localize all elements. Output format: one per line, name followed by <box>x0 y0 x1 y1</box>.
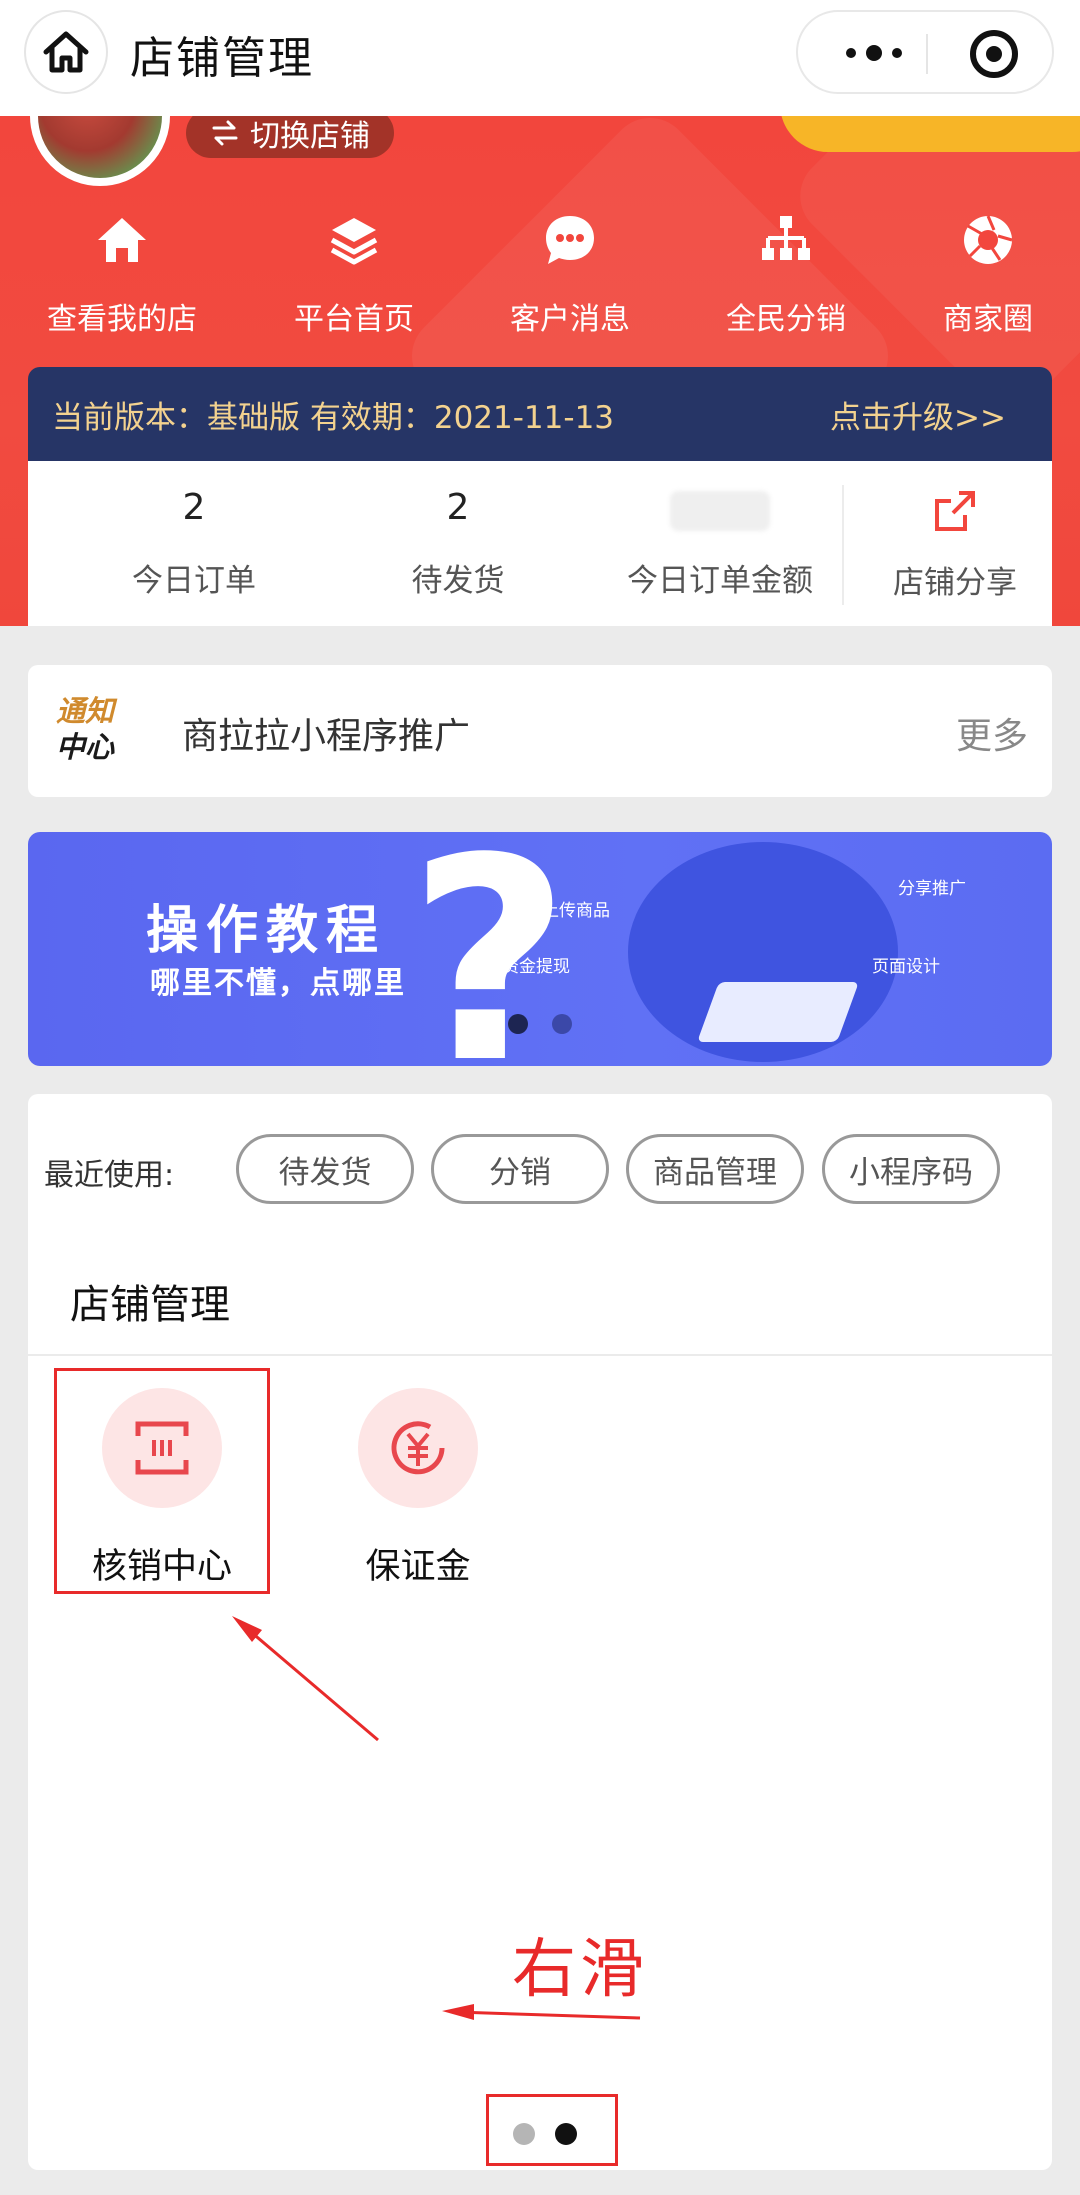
home-icon <box>90 208 154 272</box>
quick-link-my-shop[interactable]: 查看我的店 <box>22 208 222 338</box>
layers-icon <box>322 208 386 272</box>
version-banner: 当前版本：基础版 有效期：2021-11-13 点击升级>> <box>28 367 1052 461</box>
banner-title: 操作教程 <box>146 901 387 961</box>
banner-pagination <box>508 1014 572 1034</box>
notice-text[interactable]: 商拉拉小程序推广 <box>182 707 470 759</box>
page-title: 店铺管理 <box>130 33 314 84</box>
banner-dot[interactable] <box>552 1014 572 1034</box>
banner-subtitle: 哪里不懂，点哪里 <box>150 966 406 1001</box>
notice-center-logo: 通知 中心 <box>56 694 115 764</box>
banner-dot-active[interactable] <box>508 1014 528 1034</box>
quick-link-label: 平台首页 <box>294 302 414 337</box>
blurred-amount <box>670 491 770 531</box>
switch-shop-button[interactable]: 切换店铺 <box>186 116 394 158</box>
notice-more-link[interactable]: 更多 <box>956 707 1028 759</box>
recent-chip[interactable]: 商品管理 <box>626 1134 804 1204</box>
stat-value: 2 <box>446 487 470 528</box>
recent-chip[interactable]: 小程序码 <box>822 1134 1000 1204</box>
mini-program-capsule <box>796 10 1054 94</box>
grid-pagination <box>486 2094 618 2166</box>
capsule-divider <box>926 34 928 74</box>
swipe-annotation: 右滑 <box>512 1933 648 2007</box>
stat-value: 2 <box>182 487 206 528</box>
stat-label: 待发货 <box>411 563 505 599</box>
org-chart-icon <box>754 208 818 272</box>
quick-link-label: 全民分销 <box>726 302 846 337</box>
yen-deposit-icon <box>358 1388 478 1508</box>
quick-links: 查看我的店 平台首页 客户消息 全民分销 商家圈 <box>0 208 1080 348</box>
recent-chip[interactable]: 待发货 <box>236 1134 414 1204</box>
home-button[interactable] <box>24 10 108 94</box>
share-icon <box>933 489 977 531</box>
promo-chip[interactable] <box>780 116 1080 152</box>
banner-tag: 资金提现 <box>502 957 570 977</box>
tools-card: 最近使用: 待发货 分销 商品管理 小程序码 店铺管理 核销中心 保证金 右滑 <box>28 1094 1052 2170</box>
stat-today-orders[interactable]: 2 今日订单 <box>94 461 294 626</box>
quick-link-label: 客户消息 <box>510 302 630 337</box>
stat-label: 店铺分享 <box>893 565 1017 601</box>
grid-item-label: 保证金 <box>365 1547 471 1587</box>
banner-tag: 上传商品 <box>542 901 610 921</box>
quick-link-label: 商家圈 <box>943 302 1033 337</box>
close-mini-program-button[interactable] <box>970 30 1018 78</box>
upgrade-link[interactable]: 点击升级>> <box>830 392 1006 437</box>
tutorial-banner[interactable]: ? 操作教程 哪里不懂，点哪里 上传商品 资金提现 分享推广 页面设计 <box>28 832 1052 1066</box>
stat-pending-ship[interactable]: 2 待发货 <box>358 461 558 626</box>
chat-bubble-icon <box>538 208 602 272</box>
home-icon <box>43 31 89 73</box>
laptop-graphic <box>697 982 859 1042</box>
version-info: 当前版本：基础版 有效期：2021-11-13 <box>52 399 615 436</box>
top-nav-bar: 店铺管理 <box>0 0 1080 116</box>
stat-label: 今日订单金额 <box>627 563 813 599</box>
quick-link-merchant-circle[interactable]: 商家圈 <box>888 208 1080 338</box>
grid-page-dot[interactable] <box>513 2123 535 2145</box>
stat-label: 今日订单 <box>132 563 256 599</box>
recent-chip[interactable]: 分销 <box>431 1134 609 1204</box>
shop-avatar[interactable] <box>30 116 170 186</box>
banner-tag: 分享推广 <box>898 879 966 899</box>
grid-page-dot-active[interactable] <box>555 2123 577 2145</box>
notice-card[interactable]: 通知 中心 商拉拉小程序推广 更多 <box>28 665 1052 797</box>
more-menu-button[interactable] <box>834 38 914 68</box>
highlight-box <box>54 1368 270 1594</box>
stats-card: 2 今日订单 2 待发货 今日订单金额 店铺分享 <box>28 461 1052 626</box>
quick-link-label: 查看我的店 <box>47 302 197 337</box>
banner-tag: 页面设计 <box>872 957 940 977</box>
quick-link-platform-home[interactable]: 平台首页 <box>254 208 454 338</box>
section-title: 店铺管理 <box>70 1282 230 1328</box>
recent-label: 最近使用: <box>44 1158 175 1193</box>
stat-today-amount[interactable]: 今日订单金额 <box>590 461 850 626</box>
deposit-button[interactable]: 保证金 <box>328 1388 508 1589</box>
quick-link-customer-messages[interactable]: 客户消息 <box>470 208 670 338</box>
aperture-icon <box>956 208 1020 272</box>
swap-icon <box>212 120 238 146</box>
switch-shop-label: 切换店铺 <box>250 119 370 154</box>
quick-link-distribution[interactable]: 全民分销 <box>686 208 886 338</box>
shop-share-button[interactable]: 店铺分享 <box>870 461 1040 626</box>
